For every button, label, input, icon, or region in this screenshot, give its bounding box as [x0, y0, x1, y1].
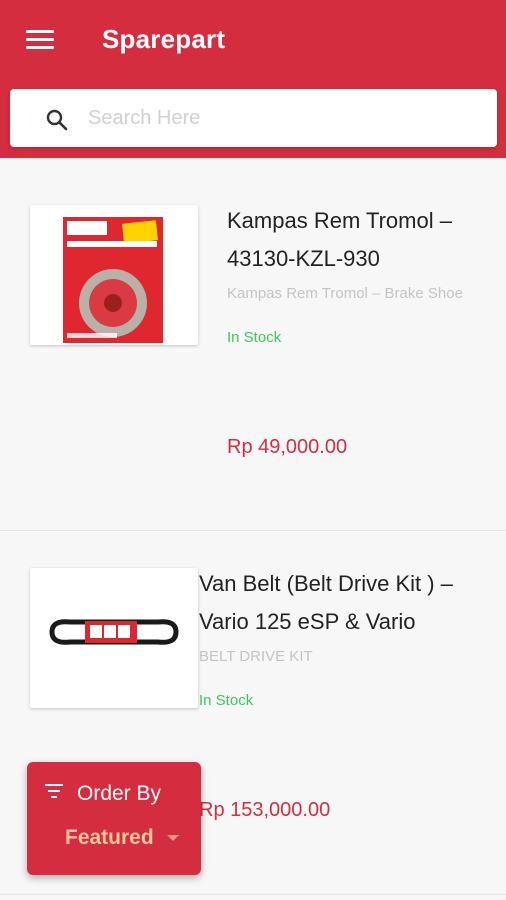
drive-belt-image [49, 619, 179, 645]
product-name[interactable]: Kampas Rem Tromol – 43130-KZL-930 [227, 202, 487, 278]
search-input[interactable] [88, 99, 488, 137]
search-icon [46, 109, 68, 131]
menu-icon [26, 30, 54, 33]
menu-icon-bar [26, 38, 54, 41]
product-price: Rp 49,000.00 [227, 436, 348, 458]
product-name[interactable]: Van Belt (Belt Drive Kit ) – Vario 125 e… [199, 565, 489, 641]
menu-icon-bar [26, 46, 54, 49]
order-by-label: Order By [77, 782, 162, 805]
product-description: Kampas Rem Tromol – Brake Shoe [227, 285, 463, 302]
product-description: BELT DRIVE KIT [199, 648, 313, 665]
chevron-down-icon [167, 835, 179, 841]
brake-shoe-image [63, 217, 163, 343]
product-card[interactable]: Kampas Rem Tromol – 43130-KZL-930 Kampas… [0, 158, 506, 531]
stock-status: In Stock [199, 692, 254, 709]
menu-button[interactable] [26, 30, 54, 52]
sort-icon [45, 784, 63, 798]
product-price: Rp 153,000.00 [199, 799, 331, 821]
page-title: Sparepart [102, 24, 226, 54]
order-by-button[interactable]: Order By Featured [27, 762, 201, 875]
stock-status: In Stock [227, 329, 282, 346]
search-bar [10, 89, 497, 147]
app-bar: Sparepart [0, 0, 506, 158]
product-image[interactable] [30, 205, 198, 345]
order-by-value[interactable]: Featured [65, 826, 154, 850]
product-image[interactable] [30, 568, 198, 708]
